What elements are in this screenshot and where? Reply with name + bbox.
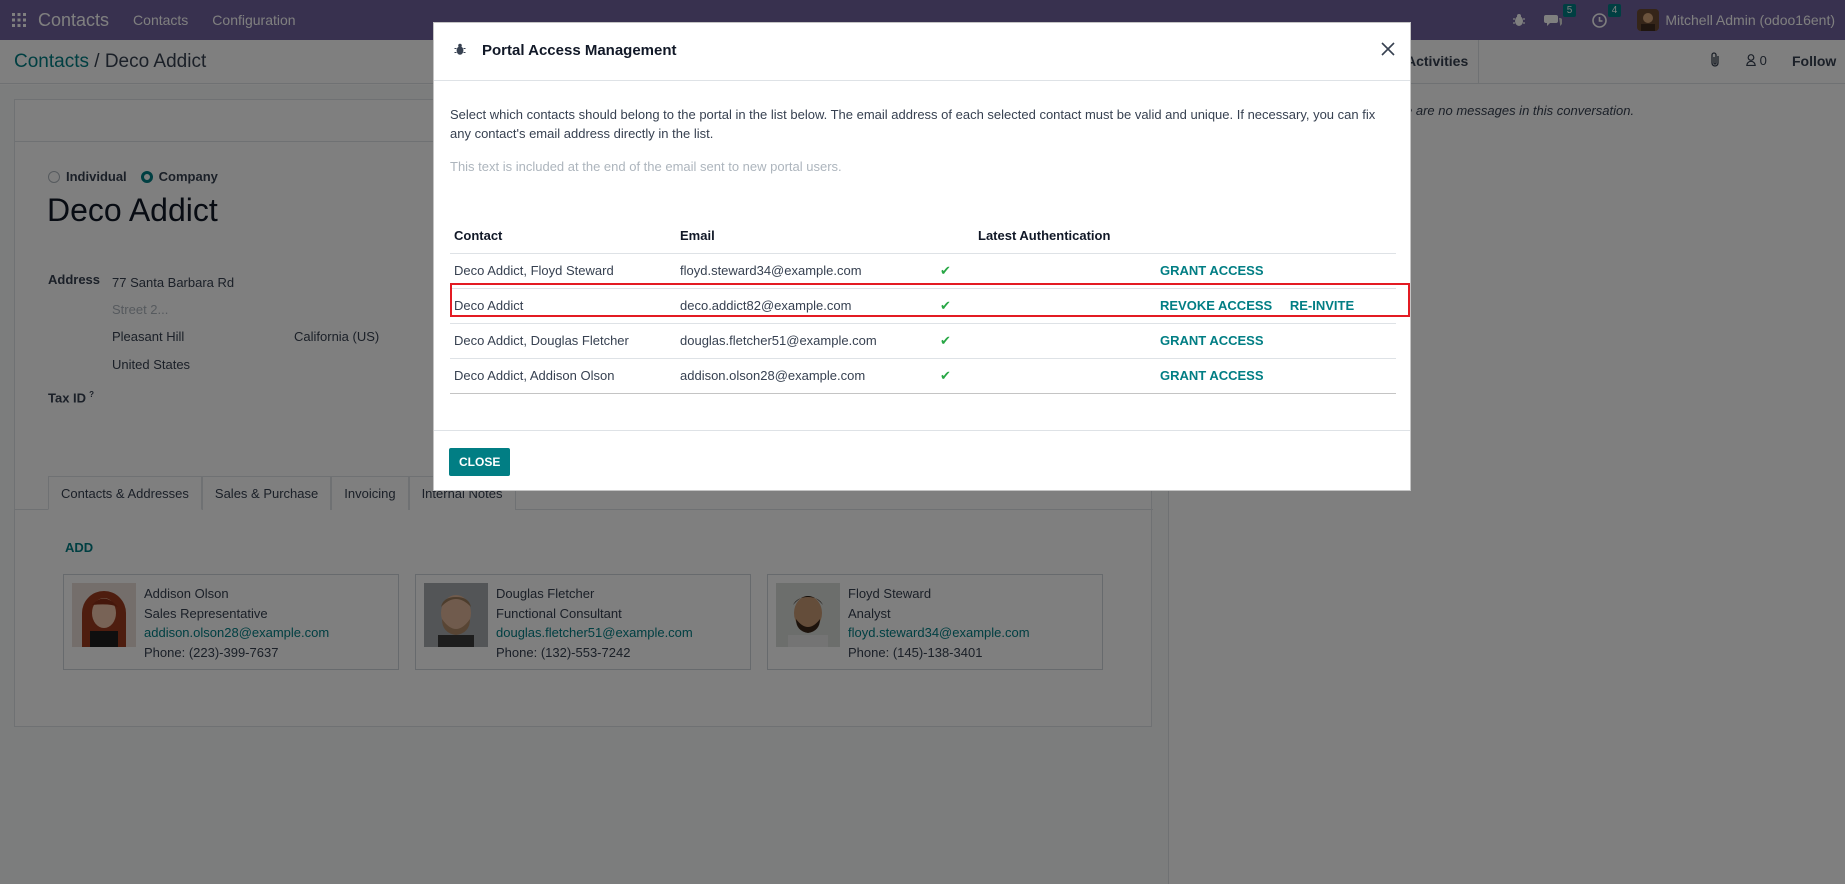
row-email[interactable]: deco.addict82@example.com	[676, 288, 936, 324]
modal-header: Portal Access Management	[434, 23, 1410, 81]
row-contact: Deco Addict, Douglas Fletcher	[450, 323, 676, 359]
modal-title: Portal Access Management	[482, 42, 677, 59]
table-row[interactable]: Deco Addict, Douglas Fletcher douglas.fl…	[450, 323, 1396, 359]
grant-access-button[interactable]: GRANT ACCESS	[1160, 333, 1264, 348]
row-latest-auth	[974, 288, 1160, 324]
table-row[interactable]: Deco Addict, Addison Olson addison.olson…	[450, 358, 1396, 394]
column-header-in-portal	[936, 219, 974, 254]
checkmark-icon: ✔	[936, 253, 974, 289]
welcome-message-field[interactable]: This text is included at the end of the …	[450, 159, 842, 174]
row-contact: Deco Addict, Addison Olson	[450, 358, 676, 394]
grant-access-button[interactable]: GRANT ACCESS	[1160, 368, 1264, 383]
revoke-access-button[interactable]: REVOKE ACCESS	[1160, 298, 1272, 313]
row-latest-auth	[974, 323, 1160, 359]
row-latest-auth	[974, 358, 1160, 394]
row-contact: Deco Addict, Floyd Steward	[450, 253, 676, 289]
row-actions: REVOKE ACCESS RE-INVITE	[1160, 288, 1396, 324]
portal-access-dialog: Portal Access Management Select which co…	[433, 22, 1411, 491]
row-email[interactable]: addison.olson28@example.com	[676, 358, 936, 394]
checkmark-icon: ✔	[936, 323, 974, 359]
row-email[interactable]: floyd.steward34@example.com	[676, 253, 936, 289]
table-header-row: Contact Email Latest Authentication	[450, 219, 1396, 254]
row-actions: GRANT ACCESS	[1160, 358, 1396, 394]
close-button[interactable]: CLOSE	[449, 448, 511, 476]
intro-text: Select which contacts should belong to t…	[450, 107, 1376, 141]
row-latest-auth	[974, 253, 1160, 289]
table-row[interactable]: Deco Addict, Floyd Steward floyd.steward…	[450, 253, 1396, 289]
debug-bug-icon[interactable]	[454, 43, 466, 59]
row-email[interactable]: douglas.fletcher51@example.com	[676, 323, 936, 359]
checkmark-icon: ✔	[936, 358, 974, 394]
row-actions: GRANT ACCESS	[1160, 253, 1396, 289]
grant-access-button[interactable]: GRANT ACCESS	[1160, 263, 1264, 278]
row-contact: Deco Addict	[450, 288, 676, 324]
re-invite-button[interactable]: RE-INVITE	[1290, 298, 1354, 313]
table-row[interactable]: Deco Addict deco.addict82@example.com ✔ …	[450, 288, 1396, 324]
close-icon[interactable]	[1380, 41, 1396, 60]
modal-footer: CLOSE	[434, 430, 1410, 492]
portal-users-table: Contact Email Latest Authentication Deco…	[450, 219, 1396, 394]
column-header-latest-auth: Latest Authentication	[974, 219, 1160, 254]
checkmark-icon: ✔	[936, 288, 974, 324]
column-header-contact: Contact	[450, 219, 676, 254]
row-actions: GRANT ACCESS	[1160, 323, 1396, 359]
column-header-email: Email	[676, 219, 936, 254]
column-header-actions	[1160, 219, 1396, 254]
